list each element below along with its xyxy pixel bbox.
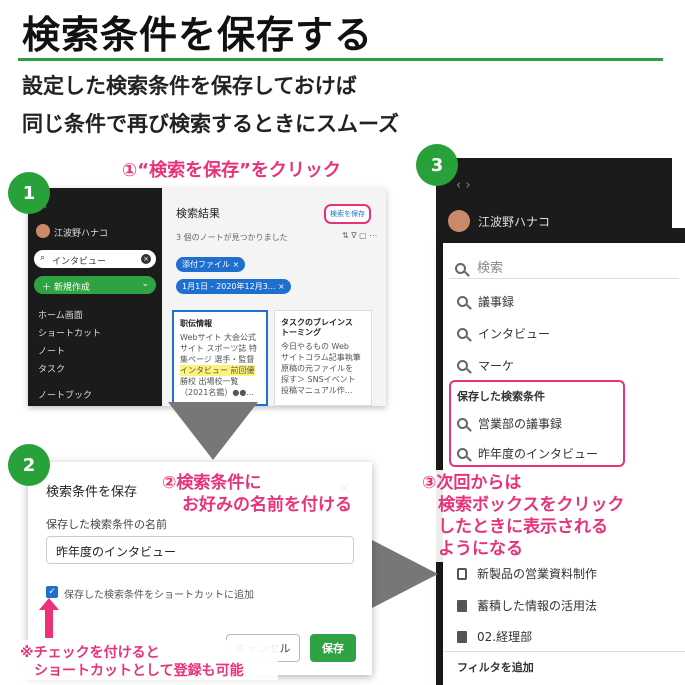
results-title: 検索結果 (176, 207, 220, 220)
item-label: 議事録 (478, 295, 515, 309)
results-count: 3 個のノートが見つかりました (176, 233, 288, 242)
note-card-line: 勝校 出場校一覧 (180, 377, 239, 386)
note-card-line: 投稿マニュアル作... (281, 386, 353, 395)
note-line2: ショートカットとして登録も可能 (34, 663, 244, 679)
item-label: マーケ (478, 359, 515, 373)
recent-search-item[interactable]: 議事録 (457, 293, 514, 310)
note-card[interactable]: タスクのブレインス トーミング 今日やるもの Web サイトコラム記事執筆 原稿… (274, 310, 372, 406)
note-line1: ※チェックを付けると (20, 645, 160, 661)
step2-callout-line1: ②検索条件に (162, 473, 262, 493)
nav-arrows[interactable]: ‹ › (456, 178, 471, 193)
item-label: 蓄積した情報の活用法 (477, 599, 598, 613)
search-results-screenshot: ‹ › 江波野ハナコ ⌕ インタビュー × ＋ 新規作成 ⌄ ホーム画面 ショー… (28, 188, 386, 406)
chevron-down-icon: ⌄ (141, 279, 149, 289)
user-name[interactable]: 江波野ハナコ (478, 213, 550, 230)
note-card-line: Webサイト 大会公式 (180, 333, 256, 342)
search-placeholder: 検索 (477, 261, 504, 276)
save-search-button[interactable]: 検索を保存 (324, 204, 371, 224)
down-arrow-icon (168, 402, 258, 460)
sidebar-item-tasks[interactable]: タスク (38, 362, 65, 375)
dialog-title: 検索条件を保存 (46, 485, 138, 500)
divider (443, 651, 685, 652)
note-card-title: 职伝情報 (180, 319, 212, 328)
search-icon (457, 360, 468, 371)
step3-callout-line1: ③次回からは (422, 473, 522, 493)
item-label: 02.経理部 (477, 630, 533, 644)
note-card-line: 今日やるもの Web (281, 342, 349, 351)
note-result-item[interactable]: 新製品の営業資料制作 (457, 565, 597, 582)
recent-search-item[interactable]: マーケ (457, 357, 514, 374)
note-card-line: 原稿の元ファイルを (281, 364, 353, 373)
avatar[interactable] (36, 224, 50, 238)
note-card-title: トーミング (281, 328, 321, 337)
sidebar-item-shortcuts[interactable]: ショートカット (38, 326, 101, 339)
sidebar-item-home[interactable]: ホーム画面 (38, 308, 83, 321)
filter-chip-date[interactable]: 1月1日 - 2020年12月3... × (176, 279, 291, 294)
note-icon (457, 567, 467, 580)
up-arrow-icon (39, 598, 59, 638)
new-note-button[interactable]: ＋ 新規作成 ⌄ (34, 276, 156, 294)
dropdown-search-input[interactable]: 検索 (449, 251, 679, 279)
step3-callout-line2: 検索ボックスをクリック (438, 495, 625, 515)
title-divider (18, 58, 663, 61)
note-card-line: 探す＞ SNSイベント (281, 375, 356, 384)
step-badge-1: 1 (8, 172, 50, 214)
note-card-line: 集ページ 選手・監督 (180, 355, 255, 364)
chip-label: 添付ファイル (182, 260, 230, 269)
notebook-icon (457, 630, 467, 643)
search-name-input[interactable]: 昨年度のインタビュー (46, 536, 354, 564)
input-value: 昨年度のインタビュー (56, 545, 177, 559)
item-label: インタビュー (478, 327, 551, 341)
search-icon: ⌕ (40, 253, 46, 263)
step3-callout-line4: ようになる (438, 539, 523, 559)
results-pane: 検索結果 検索を保存 3 個のノートが見つかりました ⇅ ∇ ▢ ⋯ 添付ファイ… (162, 188, 386, 406)
sidebar: ‹ › 江波野ハナコ ⌕ インタビュー × ＋ 新規作成 ⌄ ホーム画面 ショー… (28, 188, 162, 406)
note-card[interactable]: 职伝情報 Webサイト 大会公式 サイト スポーツ誌 特 集ページ 選手・監督 … (172, 310, 268, 406)
clear-search-icon[interactable]: × (141, 254, 151, 264)
item-label: 新製品の営業資料制作 (477, 567, 598, 581)
search-icon (457, 296, 468, 307)
search-icon (457, 328, 468, 339)
saved-searches-highlight (449, 380, 625, 467)
notebook-result-item[interactable]: 02.経理部 (457, 628, 532, 645)
subtitle-line-2: 同じ条件で再び検索するときにスムーズ (22, 112, 399, 136)
step-badge-2: 2 (8, 444, 50, 486)
filter-chip-attachments[interactable]: 添付ファイル × (176, 257, 246, 272)
recent-search-item[interactable]: インタビュー (457, 325, 550, 342)
new-note-label: ＋ 新規作成 (42, 283, 90, 293)
main-pane-edge (672, 158, 685, 228)
subtitle-line-1: 設定した検索条件を保存しておけば (22, 74, 357, 98)
notebook-icon (457, 599, 467, 612)
add-shortcut-label[interactable]: 保存した検索条件をショートカットに追加 (64, 586, 254, 601)
search-value: インタビュー (52, 257, 107, 267)
sidebar-search-input[interactable]: ⌕ インタビュー × (34, 250, 156, 268)
add-shortcut-checkbox[interactable]: ✓ (46, 586, 58, 598)
notebook-result-item[interactable]: 蓄積した情報の活用法 (457, 597, 597, 614)
note-card-line: サイト スポーツ誌 特 (180, 344, 257, 353)
search-icon (455, 263, 466, 274)
avatar[interactable] (448, 210, 470, 232)
note-card-line: インタビュー 前回優 (180, 365, 255, 376)
user-name[interactable]: 江波野ハナコ (54, 226, 108, 239)
step-badge-3: 3 (416, 144, 458, 186)
step3-callout-line3: したときに表示される (438, 517, 608, 537)
step2-callout-line2: お好みの名前を付ける (182, 495, 352, 515)
note-card-line: （2021名鑑）●●... (180, 388, 254, 397)
page-title: 検索条件を保存する (22, 13, 374, 57)
step1-callout: ①“検索を保存”をクリック (122, 160, 341, 181)
filter-header[interactable]: フィルタを追加 (457, 659, 534, 675)
save-button[interactable]: 保存 (310, 634, 356, 662)
note-card-line: サイトコラム記事執筆 (281, 353, 361, 362)
chip-label: 1月1日 - 2020年12月3... (182, 282, 276, 291)
sidebar-item-notebooks[interactable]: ノートブック (38, 388, 92, 401)
sidebar-item-notes[interactable]: ノート (38, 344, 65, 357)
name-field-label: 保存した検索条件の名前 (46, 518, 167, 531)
filter-sort-icons[interactable]: ⇅ ∇ ▢ ⋯ (342, 231, 377, 240)
